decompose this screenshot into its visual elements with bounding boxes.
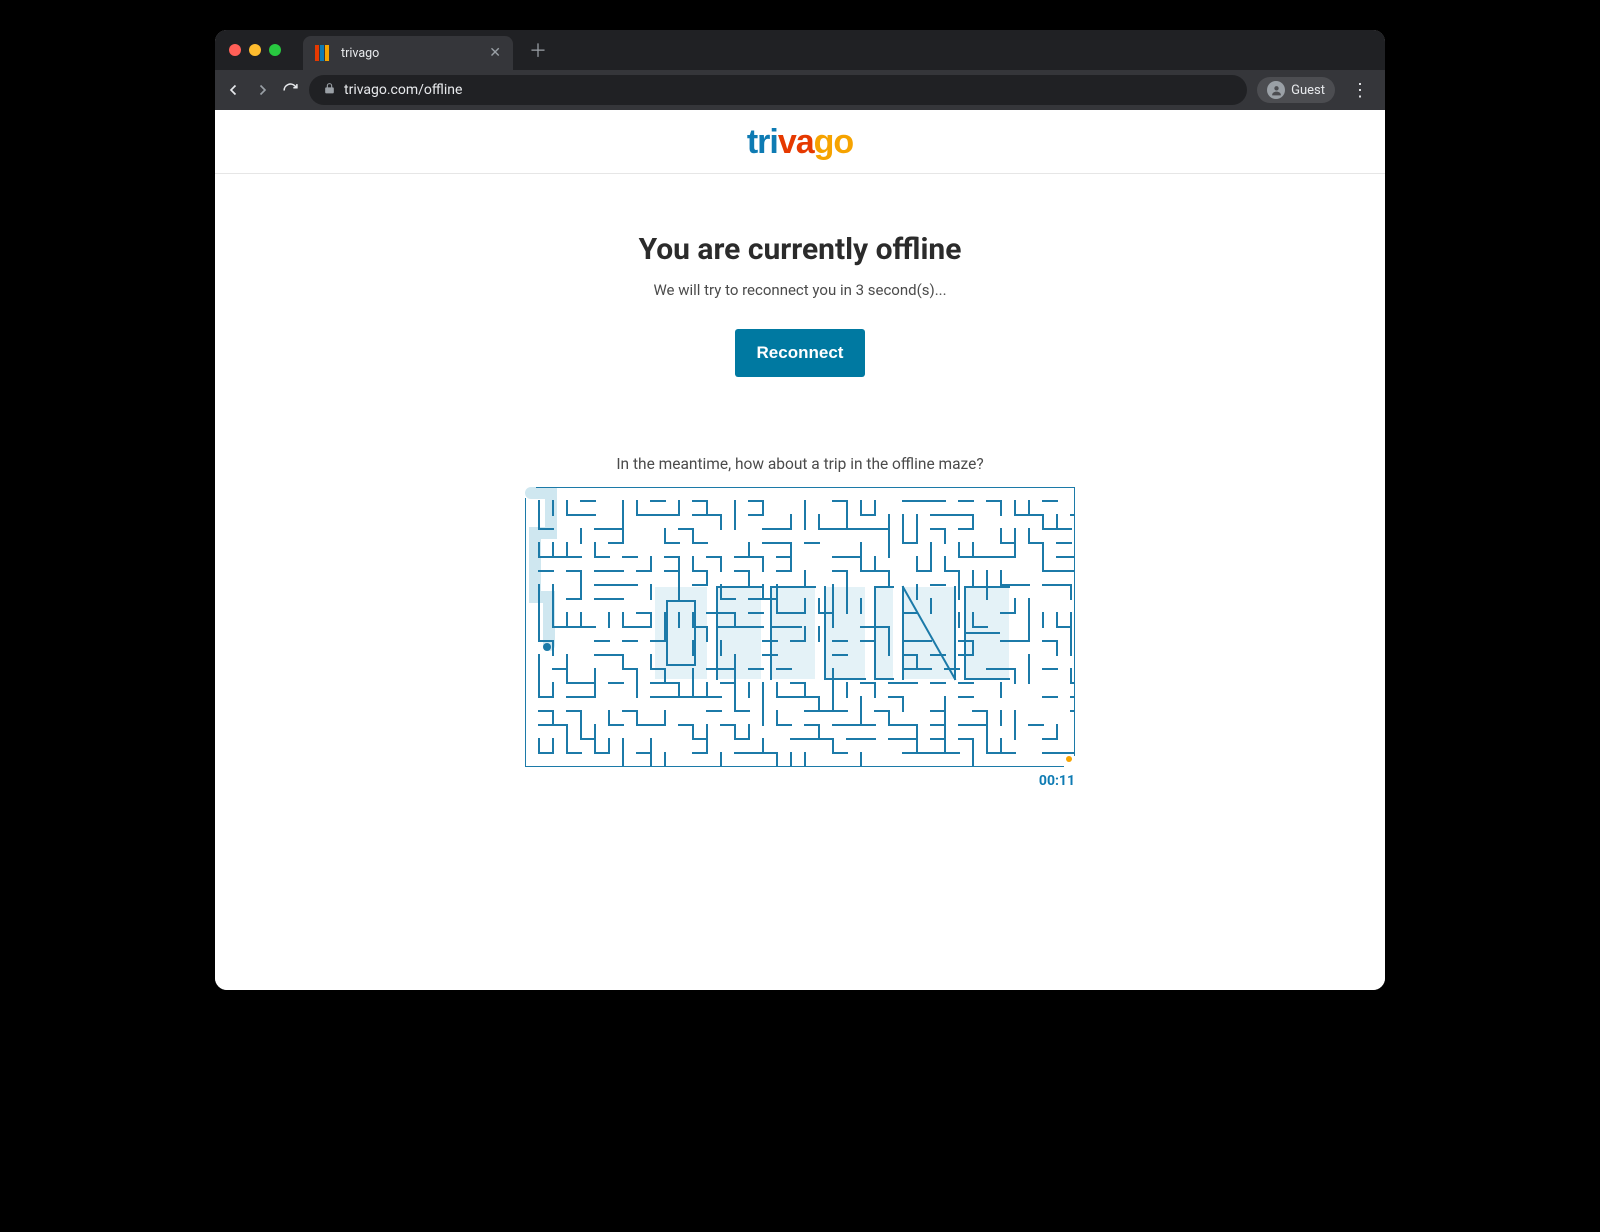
- back-button[interactable]: [225, 81, 243, 99]
- trivago-logo[interactable]: trivago: [747, 125, 853, 159]
- minimize-window-button[interactable]: [249, 44, 261, 56]
- page-title: You are currently offline: [639, 232, 962, 267]
- close-window-button[interactable]: [229, 44, 241, 56]
- window-controls: [229, 44, 281, 56]
- tab-title: trivago: [341, 46, 479, 61]
- browser-window: trivago ✕ ＋ trivago.com/offline: [215, 30, 1385, 990]
- logo-part-3: go: [814, 123, 854, 161]
- browser-chrome: trivago ✕ ＋ trivago.com/offline: [215, 30, 1385, 110]
- logo-part-2: va: [778, 123, 814, 161]
- offline-maze-game[interactable]: [525, 487, 1075, 767]
- maze-timer: 00:11: [525, 773, 1075, 789]
- page-content: trivago You are currently offline We wil…: [215, 110, 1385, 990]
- close-tab-icon[interactable]: ✕: [489, 45, 501, 61]
- offline-panel: You are currently offline We will try to…: [215, 174, 1385, 789]
- browser-menu-icon[interactable]: ⋮: [1345, 80, 1375, 101]
- profile-chip[interactable]: Guest: [1257, 77, 1335, 103]
- lock-icon: [323, 82, 336, 99]
- reconnect-button[interactable]: Reconnect: [735, 329, 866, 377]
- forward-button[interactable]: [253, 81, 271, 99]
- url-text: trivago.com/offline: [344, 82, 462, 98]
- reconnect-countdown-text: We will try to reconnect you in 3 second…: [653, 281, 946, 299]
- maze-goal-icon: [1066, 756, 1072, 762]
- maze-prompt-text: In the meantime, how about a trip in the…: [616, 455, 983, 473]
- maze-player-icon: [543, 643, 551, 651]
- avatar-icon: [1267, 81, 1285, 99]
- trivago-favicon-icon: [315, 45, 331, 61]
- browser-toolbar: trivago.com/offline Guest ⋮: [215, 70, 1385, 110]
- browser-tab[interactable]: trivago ✕: [303, 36, 513, 70]
- fullscreen-window-button[interactable]: [269, 44, 281, 56]
- reload-button[interactable]: [281, 81, 299, 99]
- maze-container: 00:11: [525, 487, 1075, 789]
- address-bar[interactable]: trivago.com/offline: [309, 75, 1247, 105]
- logo-part-1: tri: [747, 123, 778, 161]
- profile-label: Guest: [1291, 83, 1325, 98]
- new-tab-button[interactable]: ＋: [521, 37, 555, 63]
- tab-strip: trivago ✕ ＋: [215, 30, 1385, 70]
- brand-header: trivago: [215, 110, 1385, 174]
